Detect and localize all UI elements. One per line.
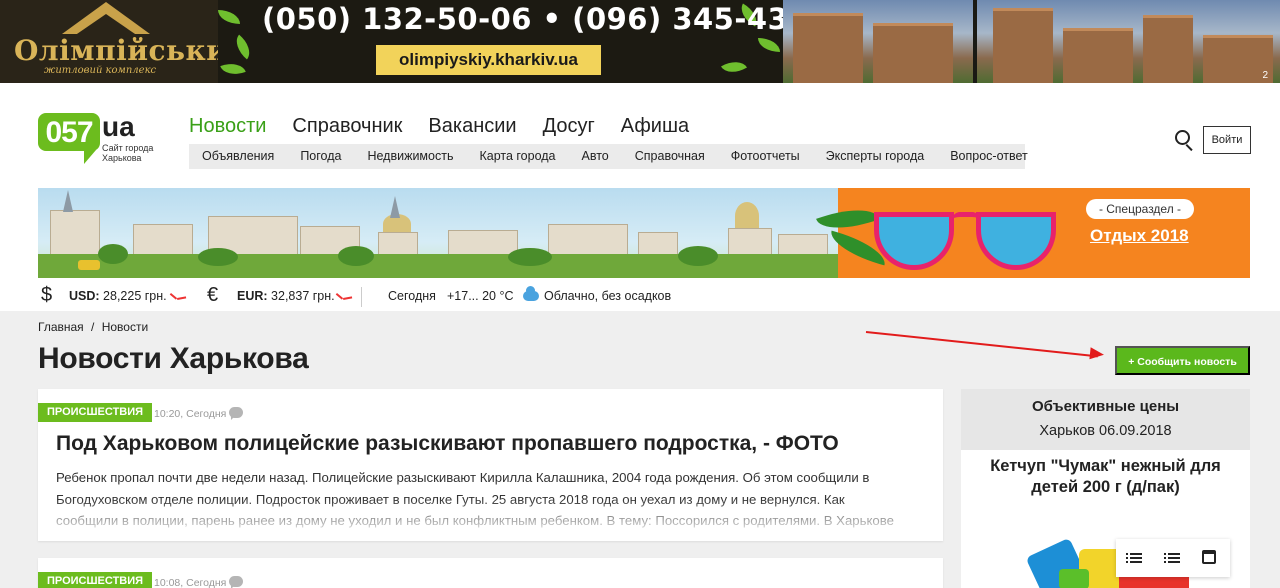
breadcrumb-separator: / bbox=[91, 320, 95, 334]
widget-city-date: Харьков 06.09.2018 bbox=[1039, 423, 1172, 439]
nav-item-news[interactable]: Новости bbox=[189, 114, 266, 138]
dollar-icon: $ bbox=[41, 284, 53, 306]
news-card[interactable]: ПРОИСШЕСТВИЯ 10:20, Сегодня Под Харьково… bbox=[38, 389, 943, 541]
trend-down-icon bbox=[335, 291, 353, 303]
eur-value: 32,837 грн. bbox=[271, 289, 335, 303]
login-button[interactable]: Войти bbox=[1203, 126, 1251, 154]
trend-down-icon bbox=[169, 291, 187, 303]
ad-buildings-image: 2 bbox=[783, 0, 1280, 83]
main-nav: Новости Справочник Вакансии Досуг Афиша bbox=[189, 114, 715, 138]
euro-icon: € bbox=[207, 284, 219, 306]
widget-header: Объективные цены Харьков 06.09.2018 bbox=[961, 389, 1250, 450]
info-bar: $ USD: 28,225 грн. € EUR: 32,837 грн. Се… bbox=[38, 283, 1250, 311]
news-title[interactable]: Под Харьковом полицейские разыскивают пр… bbox=[56, 432, 839, 456]
ad-brand-subtitle: житловий комплекс bbox=[44, 65, 157, 76]
logo-ua: ua bbox=[102, 111, 135, 142]
weather-desc[interactable]: Облачно, без осадков bbox=[544, 289, 671, 303]
sub-nav-photo-reports[interactable]: Фотоотчеты bbox=[718, 144, 813, 169]
usd-value: 28,225 грн. bbox=[103, 289, 167, 303]
vacation-2018-link[interactable]: Отдых 2018 bbox=[1090, 226, 1189, 246]
ad-brand-logo: Олімпійський житловий комплекс bbox=[0, 0, 248, 83]
sub-nav-weather[interactable]: Погода bbox=[287, 144, 354, 169]
weather-today: Сегодня bbox=[388, 289, 436, 303]
sub-nav-city-experts[interactable]: Эксперты города bbox=[813, 144, 938, 169]
product-name[interactable]: Кетчуп "Чумак" нежный для детей 200 г (д… bbox=[981, 456, 1230, 498]
page-title: Новости Харькова bbox=[38, 342, 309, 375]
news-card[interactable]: ПРОИСШЕСТВИЯ 10:08, Сегодня bbox=[38, 558, 943, 588]
list-view-icon[interactable] bbox=[1126, 550, 1142, 566]
sub-nav-auto[interactable]: Авто bbox=[569, 144, 622, 169]
nav-item-vacancies[interactable]: Вакансии bbox=[428, 114, 516, 138]
sub-nav: Объявления Погода Недвижимость Карта гор… bbox=[189, 144, 1028, 169]
breadcrumb-home[interactable]: Главная bbox=[38, 320, 84, 334]
nav-item-leisure[interactable]: Досуг bbox=[543, 114, 595, 138]
ad-slide-number: 2 bbox=[1262, 70, 1268, 81]
eur-rate: EUR: 32,837 грн. bbox=[237, 289, 335, 303]
comment-icon bbox=[229, 407, 243, 420]
sub-nav-ads[interactable]: Объявления bbox=[189, 144, 287, 169]
logo-number: 057 bbox=[45, 116, 93, 149]
sub-nav-realty[interactable]: Недвижимость bbox=[354, 144, 466, 169]
special-section-pill: - Спецраздел - bbox=[1086, 199, 1194, 219]
top-ad-banner[interactable]: Олімпійський житловий комплекс (050) 132… bbox=[0, 0, 1280, 83]
compact-list-icon[interactable] bbox=[1164, 550, 1180, 566]
ad-url[interactable]: olimpiyskiy.kharkiv.ua bbox=[376, 45, 601, 75]
ad-brand-name: Олімпійський bbox=[14, 34, 249, 67]
nav-item-events[interactable]: Афиша bbox=[621, 114, 689, 138]
city-promo-banner[interactable] bbox=[38, 188, 1250, 278]
category-badge[interactable]: ПРОИСШЕСТВИЯ bbox=[38, 403, 153, 422]
eur-label: EUR: bbox=[237, 289, 268, 303]
category-badge[interactable]: ПРОИСШЕСТВИЯ bbox=[38, 572, 153, 588]
view-toolbar bbox=[1116, 539, 1230, 577]
widget-title: Объективные цены bbox=[1031, 398, 1180, 415]
ad-phone-numbers: (050) 132-50-06 • (096) 345-43-86 bbox=[262, 2, 843, 36]
calendar-icon[interactable] bbox=[1202, 550, 1216, 564]
sub-nav-qa[interactable]: Вопрос-ответ bbox=[937, 144, 1041, 169]
sub-nav-reference[interactable]: Справочная bbox=[622, 144, 718, 169]
report-news-button[interactable]: + Сообщить новость bbox=[1115, 346, 1250, 375]
comment-icon bbox=[229, 576, 243, 588]
news-time: 10:20, Сегодня bbox=[154, 408, 227, 420]
cloud-icon bbox=[523, 286, 539, 301]
nav-item-directory[interactable]: Справочник bbox=[292, 114, 402, 138]
breadcrumb-current: Новости bbox=[101, 320, 149, 334]
usd-label: USD: bbox=[69, 289, 100, 303]
search-icon[interactable] bbox=[1174, 129, 1196, 152]
usd-rate: USD: 28,225 грн. bbox=[69, 289, 167, 303]
annotation-arrow-head bbox=[1089, 347, 1105, 361]
news-time: 10:08, Сегодня bbox=[154, 577, 227, 588]
sub-nav-city-map[interactable]: Карта города bbox=[466, 144, 568, 169]
weather-temp: +17... 20 °C bbox=[447, 289, 514, 303]
logo-tagline: Сайт города Харькова bbox=[102, 143, 154, 163]
breadcrumb: Главная / Новости bbox=[38, 320, 148, 334]
info-divider bbox=[361, 287, 362, 307]
